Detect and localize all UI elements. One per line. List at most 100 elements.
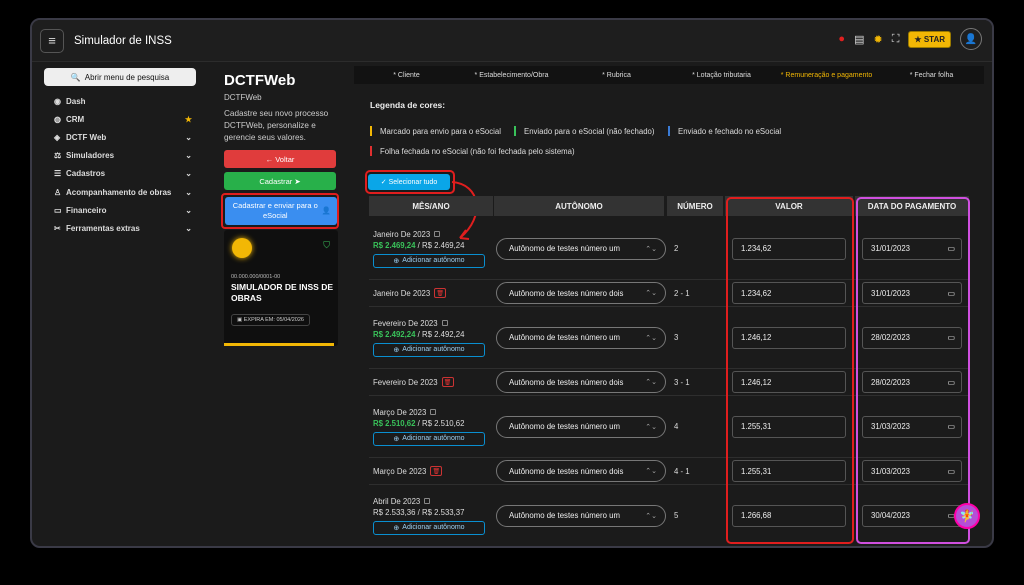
tab[interactable]: * Lotação tributaria xyxy=(669,66,774,84)
month-label: Janeiro De 2023 🗑 xyxy=(373,288,493,298)
tab[interactable]: * Rubrica xyxy=(564,66,669,84)
sidebar-item-label: Financeiro xyxy=(66,205,107,215)
list-icon: ☰ xyxy=(54,169,62,179)
tab[interactable]: * Cliente xyxy=(354,66,459,84)
total-value-secondary: R$ 2.510,62 xyxy=(421,418,465,428)
chevron-down-icon: ⌄ xyxy=(185,132,192,142)
select-all-button[interactable]: ✓ Selecionar tudo xyxy=(368,174,450,190)
tab[interactable]: * Remuneração e pagamento xyxy=(774,66,879,84)
row-checkbox[interactable] xyxy=(424,498,431,504)
sidebar-item[interactable]: ◍ CRM ★ xyxy=(44,110,200,128)
month-text: Janeiro De 2023 xyxy=(373,229,431,239)
add-autonomo-button[interactable]: ⊕ Adicionar autônomo xyxy=(373,253,485,268)
autonomo-cell: Autônomo de testes número dois ⌃⌄ xyxy=(496,280,666,306)
month-text: Janeiro De 2023 xyxy=(373,288,431,298)
chevron-down-icon: ⌃⌄ xyxy=(645,423,657,431)
autonomo-select[interactable]: Autônomo de testes número dois ⌃⌄ xyxy=(496,371,666,393)
numero-cell: 4 - 1 xyxy=(674,458,690,484)
chevron-down-icon: ⌄ xyxy=(185,169,192,179)
row-checkbox[interactable] xyxy=(434,231,441,237)
search-button[interactable]: 🔍 Abrir menu de pesquisa xyxy=(44,68,196,86)
month-label: Fevereiro De 2023 xyxy=(373,319,493,328)
tab-bar: * Cliente * Estabelecimento/Obra * Rubrica… xyxy=(354,66,984,84)
autonomo-select[interactable]: Autônomo de testes número dois ⌃⌄ xyxy=(496,282,666,304)
month-cell: Abril De 2023 R$ 2.533,36 / R$ 2.533,37 ⊕ A… xyxy=(373,485,493,546)
month-label: Janeiro De 2023 xyxy=(373,230,493,239)
add-autonomo-button[interactable]: ⊕ Adicionar autônomo xyxy=(373,520,485,535)
plus-icon: ⊕ xyxy=(393,346,400,354)
sidebar-item[interactable]: ◉ Dash xyxy=(44,92,200,110)
delete-icon[interactable]: 🗑 xyxy=(430,466,443,476)
sidebar-item[interactable]: ♙ Acompanhamento de obras ⌄ xyxy=(44,183,200,201)
delete-icon[interactable]: 🗑 xyxy=(434,288,447,298)
row-checkbox[interactable] xyxy=(430,409,437,415)
verified-icon: ⛉ xyxy=(323,240,330,250)
month-label: Março De 2023 xyxy=(373,408,493,417)
tab[interactable]: * Fechar folha xyxy=(879,66,984,84)
legend-color-bar xyxy=(668,126,670,136)
sidebar-item[interactable]: ⚖ Simuladores ⌄ xyxy=(44,147,200,165)
star-button[interactable]: ★ STAR xyxy=(908,30,951,48)
simulator-icon: ⚖ xyxy=(54,151,62,161)
dashboard-icon: ◉ xyxy=(54,96,61,106)
money-icon: ▭ xyxy=(54,205,62,215)
month-label: Abril De 2023 xyxy=(373,497,493,506)
select-all-label: Selecionar tudo xyxy=(388,178,438,186)
dctf-panel: DCTFWeb DCTFWeb Cadastre seu novo proces… xyxy=(221,72,339,229)
sidebar-item[interactable]: ☰ Cadastros ⌄ xyxy=(44,165,200,183)
autonomo-select[interactable]: Autônomo de testes número dois ⌃⌄ xyxy=(496,460,666,482)
add-autonomo-button[interactable]: ⊕ Adicionar autônomo xyxy=(373,431,485,446)
table-row: Abril De 2023🗑Autônomo de testes número … xyxy=(369,547,969,548)
sidebar-item[interactable]: ▭ Financeiro ⌄ xyxy=(44,201,200,219)
table-header: NÚMERO xyxy=(667,196,723,216)
autonomo-select[interactable]: Autônomo de testes número um ⌃⌄ xyxy=(496,237,666,260)
crm-icon: ◍ xyxy=(54,114,61,124)
add-autonomo-label: Adicionar autônomo xyxy=(402,524,465,531)
tools-icon: ✂ xyxy=(54,223,61,233)
autonomo-select[interactable]: Autônomo de testes número um ⌃⌄ xyxy=(496,326,666,349)
row-checkbox[interactable] xyxy=(441,320,448,326)
settings-icon[interactable]: ✹ xyxy=(873,33,882,46)
autonomo-value: Autônomo de testes número dois xyxy=(509,288,624,298)
month-cell: Fevereiro De 2023 R$ 2.492,24 / R$ 2.492,… xyxy=(373,307,493,368)
month-text: Fevereiro De 2023 xyxy=(373,377,438,387)
sidebar-item[interactable]: ◈ DCTF Web ⌄ xyxy=(44,128,200,146)
numero-value: 5 xyxy=(674,511,679,520)
page-description: Cadastre seu novo processo DCTFWeb, pers… xyxy=(224,109,329,142)
document-icon[interactable]: ▤ xyxy=(854,33,864,46)
chevron-down-icon: ⌃⌄ xyxy=(645,379,657,386)
numero-value: 2 xyxy=(674,244,679,253)
add-autonomo-button[interactable]: ⊕ Adicionar autônomo xyxy=(373,342,485,357)
sidebar-item[interactable]: ✂ Ferramentas extras ⌄ xyxy=(44,219,200,237)
chevron-down-icon: ⌄ xyxy=(185,151,192,161)
autonomo-select[interactable]: Autônomo de testes número um ⌃⌄ xyxy=(496,415,666,438)
chevron-down-icon: ⌄ xyxy=(185,187,192,197)
record-icon[interactable]: ● xyxy=(838,33,845,45)
sidebar-item-label: Dash xyxy=(66,96,86,106)
app-title: Simulador de INSS xyxy=(74,34,172,47)
numero-cell: 3 - 1 xyxy=(674,369,690,395)
row-totals: R$ 2.533,36 / R$ 2.533,37 xyxy=(373,507,465,517)
autonomo-value: Autônomo de testes número um xyxy=(509,244,620,253)
register-send-button[interactable]: Cadastrar e enviar para o eSocial 👤 xyxy=(225,197,337,225)
sidebar-item-label: Simuladores xyxy=(66,151,115,161)
user-icon[interactable]: 👤 xyxy=(960,28,982,50)
month-cell: Janeiro De 2023 🗑 xyxy=(373,280,493,306)
table-header: AUTÔNOMO xyxy=(494,196,664,216)
fullscreen-icon[interactable]: ⛶ xyxy=(892,33,900,46)
app-window: ≡ Simulador de INSS ● ▤ ✹ ⛶ ★ STAR 👤 🔍 A… xyxy=(30,18,994,548)
star-icon[interactable]: ★ xyxy=(185,115,192,124)
card-id: 00.000.000/0001-00 xyxy=(231,274,281,280)
top-bar: ≡ Simulador de INSS ● ▤ ✹ ⛶ ★ STAR 👤 xyxy=(32,20,992,62)
menu-icon[interactable]: ≡ xyxy=(40,28,64,53)
delete-icon[interactable]: 🗑 xyxy=(441,377,454,387)
autonomo-value: Autônomo de testes número um xyxy=(509,422,620,431)
value-column-highlight xyxy=(726,197,854,544)
tab[interactable]: * Estabelecimento/Obra xyxy=(459,66,564,84)
assistant-avatar[interactable]: 🧚 xyxy=(954,503,980,529)
back-button[interactable]: ← Voltar xyxy=(224,150,336,168)
autonomo-select[interactable]: Autônomo de testes número um ⌃⌄ xyxy=(496,504,666,527)
register-button[interactable]: Cadastrar ➤ xyxy=(224,172,336,190)
autonomo-cell: Autônomo de testes número um ⌃⌄ xyxy=(496,307,666,368)
month-cell: Março De 2023 🗑 xyxy=(373,458,493,484)
